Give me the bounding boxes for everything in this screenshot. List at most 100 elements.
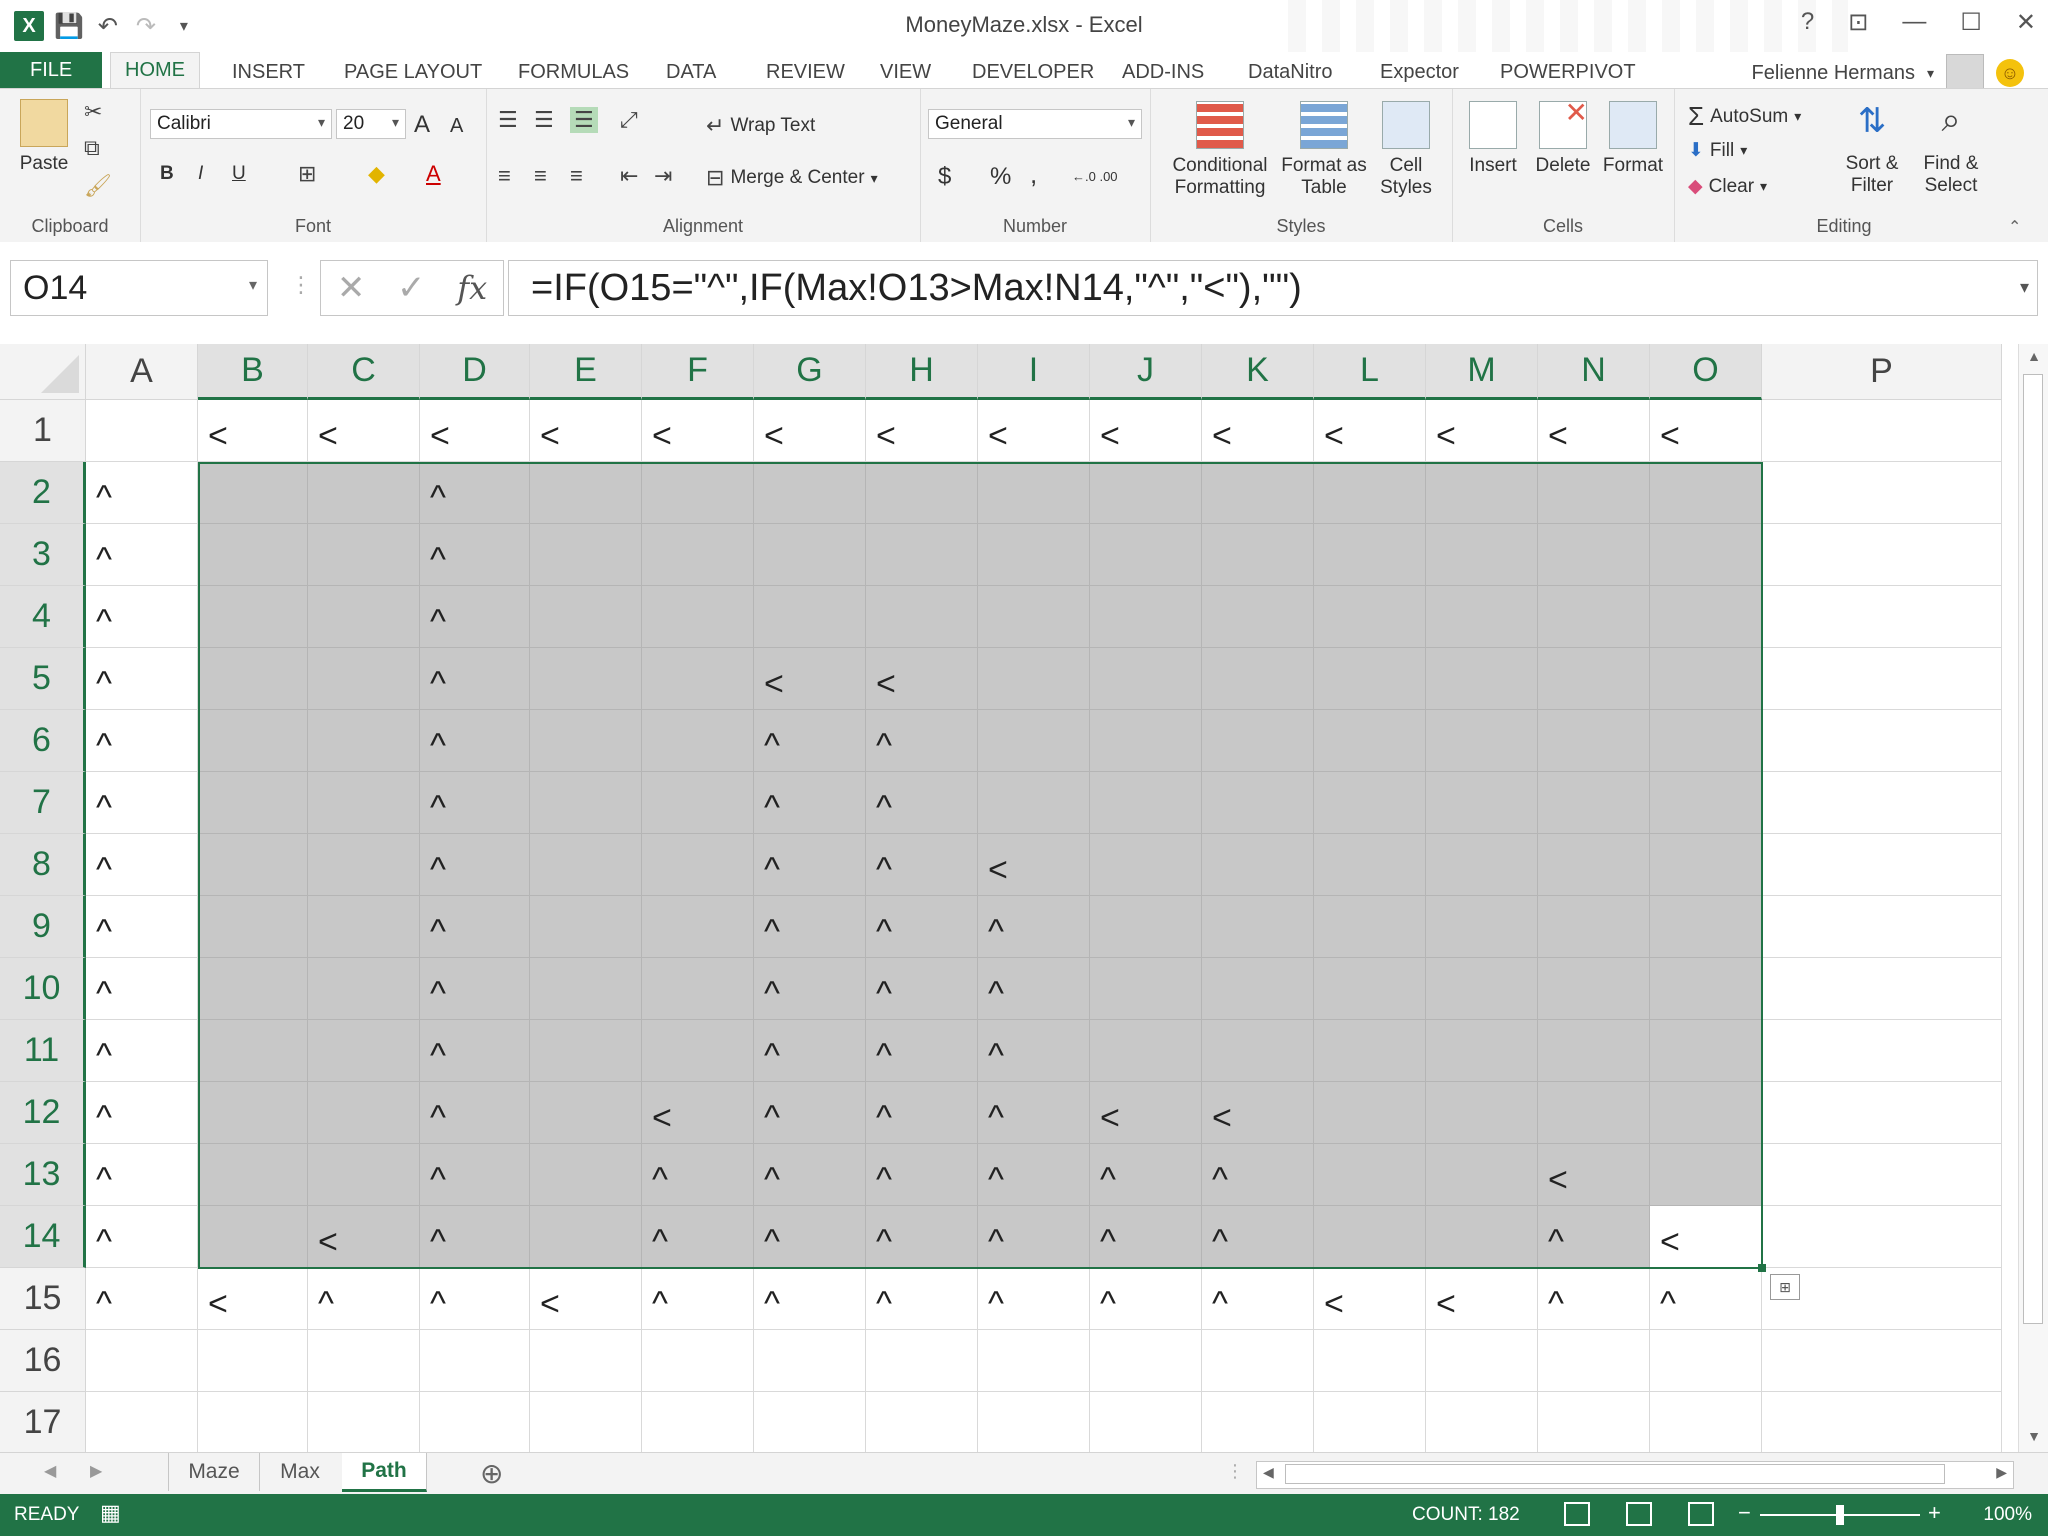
cell-k17[interactable] [1202, 1392, 1314, 1452]
cell-f3[interactable] [642, 524, 754, 586]
cell-j17[interactable] [1090, 1392, 1202, 1452]
formula-input[interactable]: =IF(O15="^",IF(Max!O13>Max!N14,"^","<"),… [508, 260, 2038, 316]
cell-p4[interactable] [1762, 586, 2002, 648]
align-center-icon[interactable]: ≡ [534, 163, 547, 189]
cell-p9[interactable] [1762, 896, 2002, 958]
cell-p12[interactable] [1762, 1082, 2002, 1144]
font-name-dropdown[interactable]: Calibri ▾ [150, 109, 332, 139]
row-header-17[interactable]: 17 [0, 1392, 86, 1452]
cell-l5[interactable] [1314, 648, 1426, 710]
cell-l17[interactable] [1314, 1392, 1426, 1452]
column-header-b[interactable]: B [198, 344, 308, 400]
cell-e12[interactable] [530, 1082, 642, 1144]
cell-g9[interactable]: ^ [754, 896, 866, 958]
cell-n14[interactable]: ^ [1538, 1206, 1650, 1268]
cell-e3[interactable] [530, 524, 642, 586]
cell-g11[interactable]: ^ [754, 1020, 866, 1082]
sheet-next-icon[interactable]: ▶ [90, 1461, 102, 1481]
increase-decimal-button[interactable]: ←.0 .00 [1072, 169, 1118, 184]
cell-d3[interactable]: ^ [420, 524, 530, 586]
cell-b10[interactable] [198, 958, 308, 1020]
cell-e4[interactable] [530, 586, 642, 648]
cell-a12[interactable]: ^ [86, 1082, 198, 1144]
cell-k2[interactable] [1202, 462, 1314, 524]
normal-view-icon[interactable] [1564, 1502, 1590, 1526]
cell-p8[interactable] [1762, 834, 2002, 896]
cell-n7[interactable] [1538, 772, 1650, 834]
cell-a5[interactable]: ^ [86, 648, 198, 710]
cell-l6[interactable] [1314, 710, 1426, 772]
cell-g1[interactable]: < [754, 400, 866, 462]
comma-button[interactable]: , [1030, 159, 1037, 190]
tab-expector[interactable]: Expector [1366, 56, 1473, 88]
cell-e14[interactable] [530, 1206, 642, 1268]
cell-h11[interactable]: ^ [866, 1020, 978, 1082]
cell-n16[interactable] [1538, 1330, 1650, 1392]
cell-d17[interactable] [420, 1392, 530, 1452]
row-header-4[interactable]: 4 [0, 586, 86, 648]
cell-m3[interactable] [1426, 524, 1538, 586]
cell-i14[interactable]: ^ [978, 1206, 1090, 1268]
cell-m11[interactable] [1426, 1020, 1538, 1082]
row-header-6[interactable]: 6 [0, 710, 86, 772]
decrease-indent-icon[interactable]: ⇤ [620, 163, 638, 189]
cell-g8[interactable]: ^ [754, 834, 866, 896]
cell-p13[interactable] [1762, 1144, 2002, 1206]
horizontal-scrollbar[interactable]: ◀ ▶ [1256, 1461, 2014, 1489]
cell-c8[interactable] [308, 834, 420, 896]
cell-l16[interactable] [1314, 1330, 1426, 1392]
sheet-tab-path[interactable]: Path [342, 1453, 427, 1492]
row-header-15[interactable]: 15 [0, 1268, 86, 1330]
cell-m9[interactable] [1426, 896, 1538, 958]
cell-g14[interactable]: ^ [754, 1206, 866, 1268]
cell-e7[interactable] [530, 772, 642, 834]
cell-a4[interactable]: ^ [86, 586, 198, 648]
bold-button[interactable]: B [160, 163, 174, 185]
chevron-down-icon[interactable]: ▾ [249, 275, 257, 295]
cell-c6[interactable] [308, 710, 420, 772]
cell-p6[interactable] [1762, 710, 2002, 772]
cell-f8[interactable] [642, 834, 754, 896]
cut-icon[interactable]: ✂ [84, 99, 102, 125]
cell-o9[interactable] [1650, 896, 1762, 958]
cell-i11[interactable]: ^ [978, 1020, 1090, 1082]
cell-h2[interactable] [866, 462, 978, 524]
tab-file[interactable]: FILE [0, 52, 103, 88]
page-break-view-icon[interactable] [1688, 1502, 1714, 1526]
expand-formula-icon[interactable]: ▾ [2020, 277, 2029, 298]
cell-k11[interactable] [1202, 1020, 1314, 1082]
borders-icon[interactable]: ⊞ [298, 161, 316, 187]
cell-a10[interactable]: ^ [86, 958, 198, 1020]
tab-splitter[interactable]: ⋮ [1226, 1461, 1244, 1482]
insert-cells-button[interactable]: Insert [1458, 101, 1528, 177]
cell-a17[interactable] [86, 1392, 198, 1452]
tab-home[interactable]: HOME [110, 52, 200, 89]
minimize-button[interactable]: — [1902, 8, 1926, 37]
column-header-k[interactable]: K [1202, 344, 1314, 400]
cell-a1[interactable] [86, 400, 198, 462]
increase-indent-icon[interactable]: ⇥ [654, 163, 672, 189]
row-header-2[interactable]: 2 [0, 462, 86, 524]
vertical-scroll-thumb[interactable] [2023, 374, 2043, 1324]
tab-datanitro[interactable]: DataNitro [1234, 56, 1346, 88]
fill-color-icon[interactable]: ◆ [368, 161, 385, 187]
tab-view[interactable]: VIEW [866, 56, 945, 88]
cell-styles-button[interactable]: Cell Styles [1366, 101, 1446, 199]
horizontal-scroll-thumb[interactable] [1285, 1464, 1945, 1484]
cell-o15[interactable]: ^ [1650, 1268, 1762, 1330]
cell-k8[interactable] [1202, 834, 1314, 896]
column-header-h[interactable]: H [866, 344, 978, 400]
user-account[interactable]: Felienne Hermans ▾ ☺ [1752, 54, 2024, 92]
cell-e13[interactable] [530, 1144, 642, 1206]
cell-e1[interactable]: < [530, 400, 642, 462]
ribbon-display-icon[interactable]: ⊡ [1848, 8, 1868, 37]
row-header-9[interactable]: 9 [0, 896, 86, 958]
cell-b7[interactable] [198, 772, 308, 834]
cell-b11[interactable] [198, 1020, 308, 1082]
cell-c1[interactable]: < [308, 400, 420, 462]
cell-j7[interactable] [1090, 772, 1202, 834]
sheet-prev-icon[interactable]: ◀ [44, 1461, 56, 1481]
cell-h9[interactable]: ^ [866, 896, 978, 958]
cell-m12[interactable] [1426, 1082, 1538, 1144]
avatar[interactable] [1946, 54, 1984, 92]
